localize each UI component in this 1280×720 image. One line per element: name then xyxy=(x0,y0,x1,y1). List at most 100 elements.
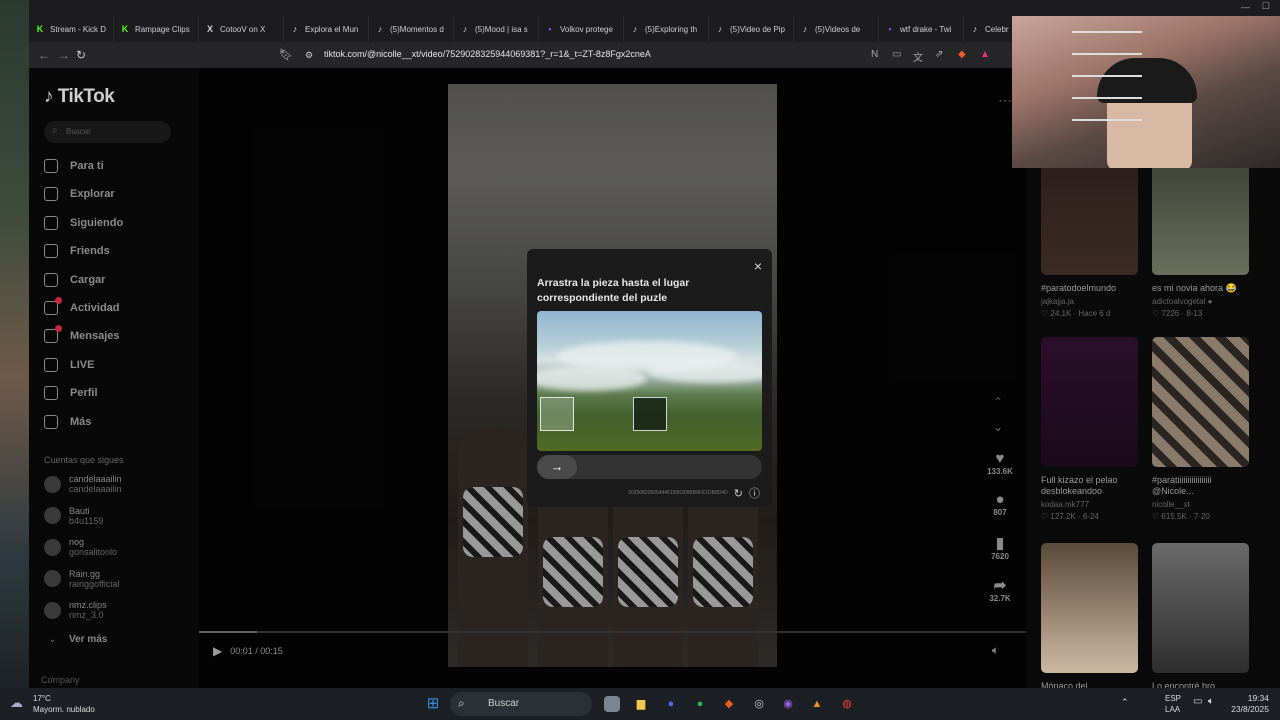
video-thumbnail[interactable] xyxy=(1152,543,1249,673)
rewards-icon[interactable]: ▲ xyxy=(980,49,990,60)
browser-tab[interactable]: ♪ (5)Momentos d xyxy=(369,16,454,42)
followed-account[interactable]: nog gonsalitonlo xyxy=(44,537,117,557)
volume-icon[interactable]: 🔈︎ xyxy=(992,643,999,658)
company-link[interactable]: Company xyxy=(41,675,80,685)
sidebar-item[interactable]: LIVE xyxy=(44,357,95,372)
video-caption[interactable]: #paratiiiiiiiiiiiiiiiii @Nicole... xyxy=(1152,475,1252,497)
obs-icon[interactable]: ◉ xyxy=(779,696,797,712)
video-caption[interactable]: #paratodoelmundo xyxy=(1041,283,1141,294)
brave-shield-icon[interactable]: ◆ xyxy=(958,49,966,60)
refresh-icon[interactable]: ↻ xyxy=(734,487,743,500)
browser-tab[interactable]: ♪ (5)Videos de xyxy=(794,16,879,42)
browser-tab[interactable]: K Rampage Clips xyxy=(114,16,199,42)
chevron-down-icon[interactable]: ⌄ xyxy=(993,420,1003,434)
search-input[interactable]: ⌕ Buscar xyxy=(44,121,171,143)
followed-account[interactable]: Bauti b4u1159 xyxy=(44,506,103,526)
video-author[interactable]: nicolle__xt xyxy=(1152,500,1252,509)
avatar xyxy=(44,475,61,493)
sidebar-item[interactable]: Perfil xyxy=(44,386,98,401)
windows-start-icon[interactable]: ⊞ xyxy=(424,696,442,712)
file-explorer-icon[interactable]: ▆ xyxy=(632,696,650,712)
browser-tab[interactable]: X CotooV on X xyxy=(199,16,284,42)
browser-tab[interactable]: ♪ (5)Exploring th xyxy=(624,16,709,42)
captcha-puzzle-image xyxy=(537,311,762,451)
chrome-icon[interactable]: ◍ xyxy=(838,696,856,712)
sidebar-item[interactable]: Cargar xyxy=(44,272,106,287)
sidebar-item-label: Más xyxy=(70,415,92,428)
tiktok-logo[interactable]: ♪ TikTok xyxy=(44,86,115,108)
browser-tab[interactable]: ▪ Volkov protege xyxy=(539,16,624,42)
clock-date[interactable]: 23/8/2025 xyxy=(1229,704,1269,714)
video-caption[interactable]: es mi novia ahora 😂 xyxy=(1152,283,1252,294)
forward-icon[interactable]: → xyxy=(58,48,70,62)
followed-account[interactable]: candelaaailin candelaaailin xyxy=(44,474,122,494)
sidebar-item[interactable]: Más xyxy=(44,414,92,429)
tray-chevron-icon[interactable]: ⌃ xyxy=(1121,697,1129,708)
brave-icon[interactable]: ◆ xyxy=(720,696,738,712)
see-more-link[interactable]: ⌄ Ver más xyxy=(44,634,108,645)
steam-icon[interactable]: ◎ xyxy=(750,696,768,712)
clock-time[interactable]: 19:34 xyxy=(1229,693,1269,703)
maximize-icon[interactable]: ☐ xyxy=(1262,1,1270,12)
save-button[interactable]: ▮ 7620 xyxy=(985,534,1015,561)
share-count: 32.7K xyxy=(989,594,1011,603)
bookmark-icon[interactable]: 🔖︎ xyxy=(279,48,293,61)
reload-icon[interactable]: ↻ xyxy=(76,48,86,62)
close-icon[interactable]: × xyxy=(754,258,762,274)
video-caption[interactable]: Full kizazo el pelao desblokeandoo xyxy=(1041,475,1141,497)
browser-tab[interactable]: K Stream - Kick D xyxy=(29,16,114,42)
weather-icon[interactable]: ☁ xyxy=(10,695,23,711)
url-field[interactable]: tiktok.com/@nicolle__xt/video/7529028325… xyxy=(324,49,651,59)
video-author[interactable]: adictoalvogetal ● xyxy=(1152,297,1252,306)
play-icon[interactable]: ▶ xyxy=(213,644,222,658)
browser-tab[interactable]: ♪ (5)Mood | isa s xyxy=(454,16,539,42)
chevron-up-icon[interactable]: ⌃ xyxy=(993,395,1003,409)
tab-label: Volkov protege xyxy=(560,24,613,34)
sidebar-item[interactable]: Actividad xyxy=(44,297,120,315)
discord-icon[interactable]: ● xyxy=(662,696,680,712)
captcha-slider-track[interactable]: → xyxy=(537,455,762,479)
sidebar-item[interactable]: Friends xyxy=(44,244,110,259)
task-view-icon[interactable] xyxy=(604,696,620,712)
back-icon[interactable]: ← xyxy=(38,48,50,62)
comment-button[interactable]: ● 807 xyxy=(985,491,1015,517)
browser-tab[interactable]: ♪ (5)Video de Pip xyxy=(709,16,794,42)
reader-icon[interactable]: ▭ xyxy=(892,49,901,60)
share-icon[interactable]: ⇗ xyxy=(935,49,943,60)
desktop-background-strip xyxy=(0,0,29,688)
browser-tab[interactable]: ♪ Explora el Mun xyxy=(284,16,369,42)
sidebar-item[interactable]: Siguiendo xyxy=(44,215,123,230)
sidebar-item-label: Explorar xyxy=(70,188,115,201)
followed-account[interactable]: Rain.gg rainggofficial xyxy=(44,569,119,589)
video-author[interactable]: jajkajja.ja xyxy=(1041,297,1141,306)
video-thumbnail[interactable] xyxy=(1152,337,1249,467)
browser-tab[interactable]: ♪ Celebr xyxy=(964,16,1012,42)
sidebar-item[interactable]: Explorar xyxy=(44,187,115,202)
like-button[interactable]: ♥ 133.6K xyxy=(985,450,1015,476)
sidebar-item-label: Cargar xyxy=(70,273,106,286)
sidebar-item[interactable]: Para ti xyxy=(44,159,104,173)
site-info-icon[interactable]: ⚙ xyxy=(305,50,313,61)
captcha-slider-handle[interactable]: → xyxy=(537,455,577,479)
translate-icon[interactable]: 文 xyxy=(913,49,923,64)
app-icon[interactable]: ▲ xyxy=(808,696,826,712)
video-thumbnail[interactable] xyxy=(1041,543,1138,673)
minimize-icon[interactable]: — xyxy=(1241,2,1250,12)
followed-account[interactable]: nmz.clips nmz_3.0 xyxy=(44,600,107,620)
share-button[interactable]: ➦ 32.7K xyxy=(985,576,1015,603)
spotify-icon[interactable]: ● xyxy=(691,696,709,712)
taskbar-search[interactable]: ⌕ Buscar xyxy=(450,692,592,716)
sidebar-item-label: LIVE xyxy=(70,358,95,371)
no-autoplay-icon[interactable]: N xyxy=(871,49,878,60)
puzzle-piece[interactable] xyxy=(540,397,574,431)
video-author[interactable]: kodaa.mk777 xyxy=(1041,500,1141,509)
info-icon[interactable]: ⓘ xyxy=(749,485,760,501)
video-thumbnail[interactable] xyxy=(1041,337,1138,467)
volume-tray-icon[interactable]: 🔈︎ xyxy=(1208,696,1214,707)
video-progress-track[interactable] xyxy=(199,631,1026,633)
language-layout[interactable]: LAA xyxy=(1165,705,1180,714)
browser-tab[interactable]: ▪ wtf drake - Twi xyxy=(879,16,964,42)
network-icon[interactable]: ▭ xyxy=(1193,696,1202,707)
language-code[interactable]: ESP xyxy=(1165,694,1181,703)
sidebar-item[interactable]: Mensajes xyxy=(44,325,120,344)
